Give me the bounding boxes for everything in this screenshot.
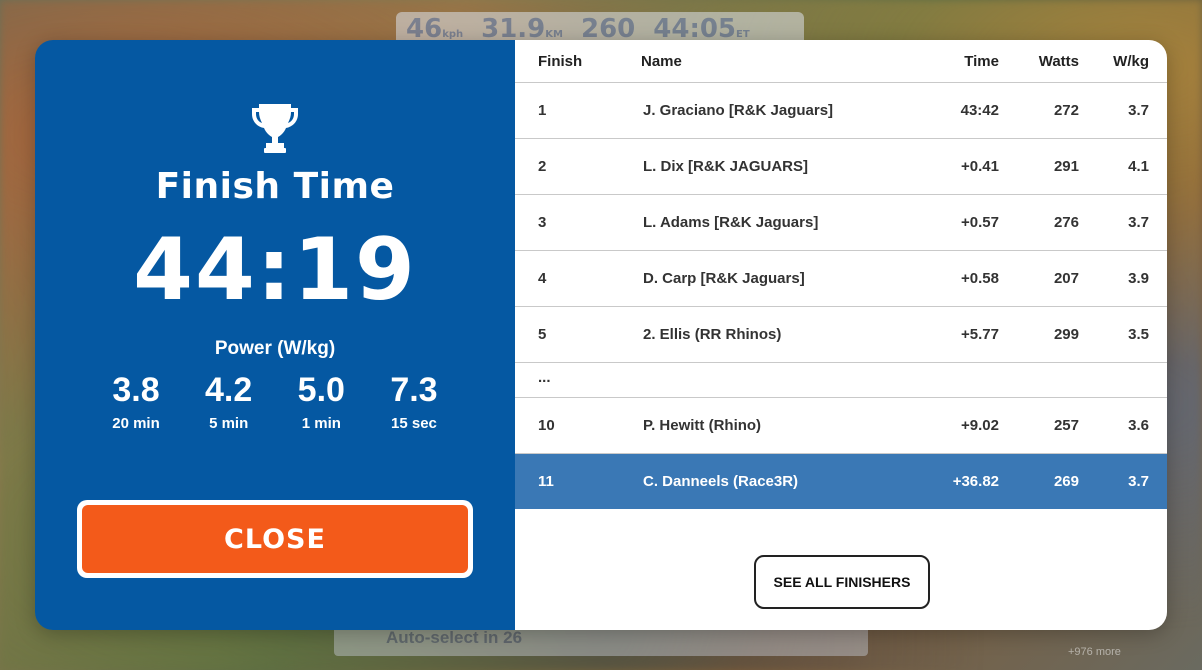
finish-results-modal: Finish Time 44:19 Power (W/kg) 3.8 20 mi… <box>35 40 1167 630</box>
power-stat-20min: 3.8 20 min <box>90 368 182 432</box>
cell-watts: 276 <box>1053 214 1079 231</box>
cell-name: L. Dix [R&K JAGUARS] <box>643 158 809 175</box>
cell-time: 43:42 <box>960 102 999 119</box>
cell-wkg: 3.6 <box>1128 417 1149 434</box>
cell-watts: 269 <box>1053 473 1079 490</box>
table-row[interactable]: 2 L. Dix [R&K JAGUARS] +0.41 291 4.1 <box>515 139 1167 195</box>
power-value: 4.2 <box>205 371 253 409</box>
cell-time: +36.82 <box>952 473 999 490</box>
cell-wkg: 3.5 <box>1128 326 1149 343</box>
cell-time: +0.58 <box>961 270 999 287</box>
finish-time-title: Finish Time <box>155 166 395 207</box>
close-button-label: CLOSE <box>82 505 468 573</box>
see-all-finishers-button[interactable]: SEE ALL FINISHERS <box>754 555 930 609</box>
cell-wkg: 3.7 <box>1128 214 1149 231</box>
cell-name: 2. Ellis (RR Rhinos) <box>643 326 782 343</box>
power-stat-1min: 5.0 1 min <box>275 368 367 432</box>
table-row[interactable]: 10 P. Hewitt (Rhino) +9.02 257 3.6 <box>515 398 1167 454</box>
cell-time: +9.02 <box>961 417 999 434</box>
cell-wkg: 3.7 <box>1128 473 1149 490</box>
cell-wkg: 3.9 <box>1128 270 1149 287</box>
cell-watts: 291 <box>1053 158 1079 175</box>
column-header-watts: Watts <box>1038 52 1079 70</box>
cell-watts: 272 <box>1053 102 1079 119</box>
cell-name: D. Carp [R&K Jaguars] <box>643 270 805 287</box>
cell-finish: 11 <box>538 473 554 490</box>
more-riders-text: +976 more <box>1068 646 1121 658</box>
power-stat-5min: 4.2 5 min <box>183 368 275 432</box>
cell-finish: 2 <box>538 158 547 175</box>
table-row-current-rider[interactable]: 11 C. Danneels (Race3R) +36.82 269 3.7 <box>515 454 1167 509</box>
power-stat-15sec: 7.3 15 sec <box>368 368 460 432</box>
finish-time-value: 44:19 <box>133 220 417 320</box>
cell-finish: 3 <box>538 214 547 231</box>
cell-watts: 207 <box>1053 270 1079 287</box>
cell-finish: 1 <box>538 102 547 119</box>
cell-name: C. Danneels (Race3R) <box>643 473 799 490</box>
power-duration: 1 min <box>301 415 341 432</box>
table-row-ellipsis: ... <box>515 363 1167 398</box>
cell-wkg: 3.7 <box>1128 102 1149 119</box>
ellipsis-text: ... <box>538 369 551 386</box>
cell-time: +0.57 <box>961 214 999 231</box>
column-header-name: Name <box>641 52 682 70</box>
table-row[interactable]: 3 L. Adams [R&K Jaguars] +0.57 276 3.7 <box>515 195 1167 251</box>
results-table-header: Finish Name Time Watts W/kg <box>515 40 1167 83</box>
power-duration: 20 min <box>112 415 160 432</box>
column-header-wkg: W/kg <box>1113 52 1149 70</box>
cell-finish: 10 <box>538 417 555 434</box>
column-header-finish: Finish <box>538 52 583 70</box>
cell-wkg: 4.1 <box>1128 158 1149 175</box>
cell-watts: 257 <box>1053 417 1079 434</box>
cell-time: +0.41 <box>961 158 999 175</box>
close-button[interactable]: CLOSE <box>77 500 473 578</box>
power-stats: 3.8 20 min 4.2 5 min 5.0 1 min 7.3 15 se… <box>90 368 460 432</box>
table-row[interactable]: 1 J. Graciano [R&K Jaguars] 43:42 272 3.… <box>515 83 1167 139</box>
cell-name: J. Graciano [R&K Jaguars] <box>643 102 834 119</box>
column-header-time: Time <box>964 52 999 70</box>
power-value: 3.8 <box>112 371 160 409</box>
results-panel: Finish Name Time Watts W/kg 1 J. Gracian… <box>515 40 1167 630</box>
power-value: 5.0 <box>297 371 345 409</box>
trophy-icon <box>252 104 298 153</box>
table-row[interactable]: 4 D. Carp [R&K Jaguars] +0.58 207 3.9 <box>515 251 1167 307</box>
cell-watts: 299 <box>1053 326 1079 343</box>
finish-summary-panel: Finish Time 44:19 Power (W/kg) 3.8 20 mi… <box>35 40 515 630</box>
power-value: 7.3 <box>390 371 438 409</box>
cell-finish: 5 <box>538 326 547 343</box>
cell-finish: 4 <box>538 270 547 287</box>
power-label: Power (W/kg) <box>214 338 336 359</box>
power-duration: 5 min <box>209 415 249 432</box>
power-duration: 15 sec <box>391 415 437 432</box>
table-row[interactable]: 5 2. Ellis (RR Rhinos) +5.77 299 3.5 <box>515 307 1167 363</box>
cell-time: +5.77 <box>961 326 999 343</box>
cell-name: P. Hewitt (Rhino) <box>643 417 762 434</box>
cell-name: L. Adams [R&K Jaguars] <box>643 214 819 231</box>
